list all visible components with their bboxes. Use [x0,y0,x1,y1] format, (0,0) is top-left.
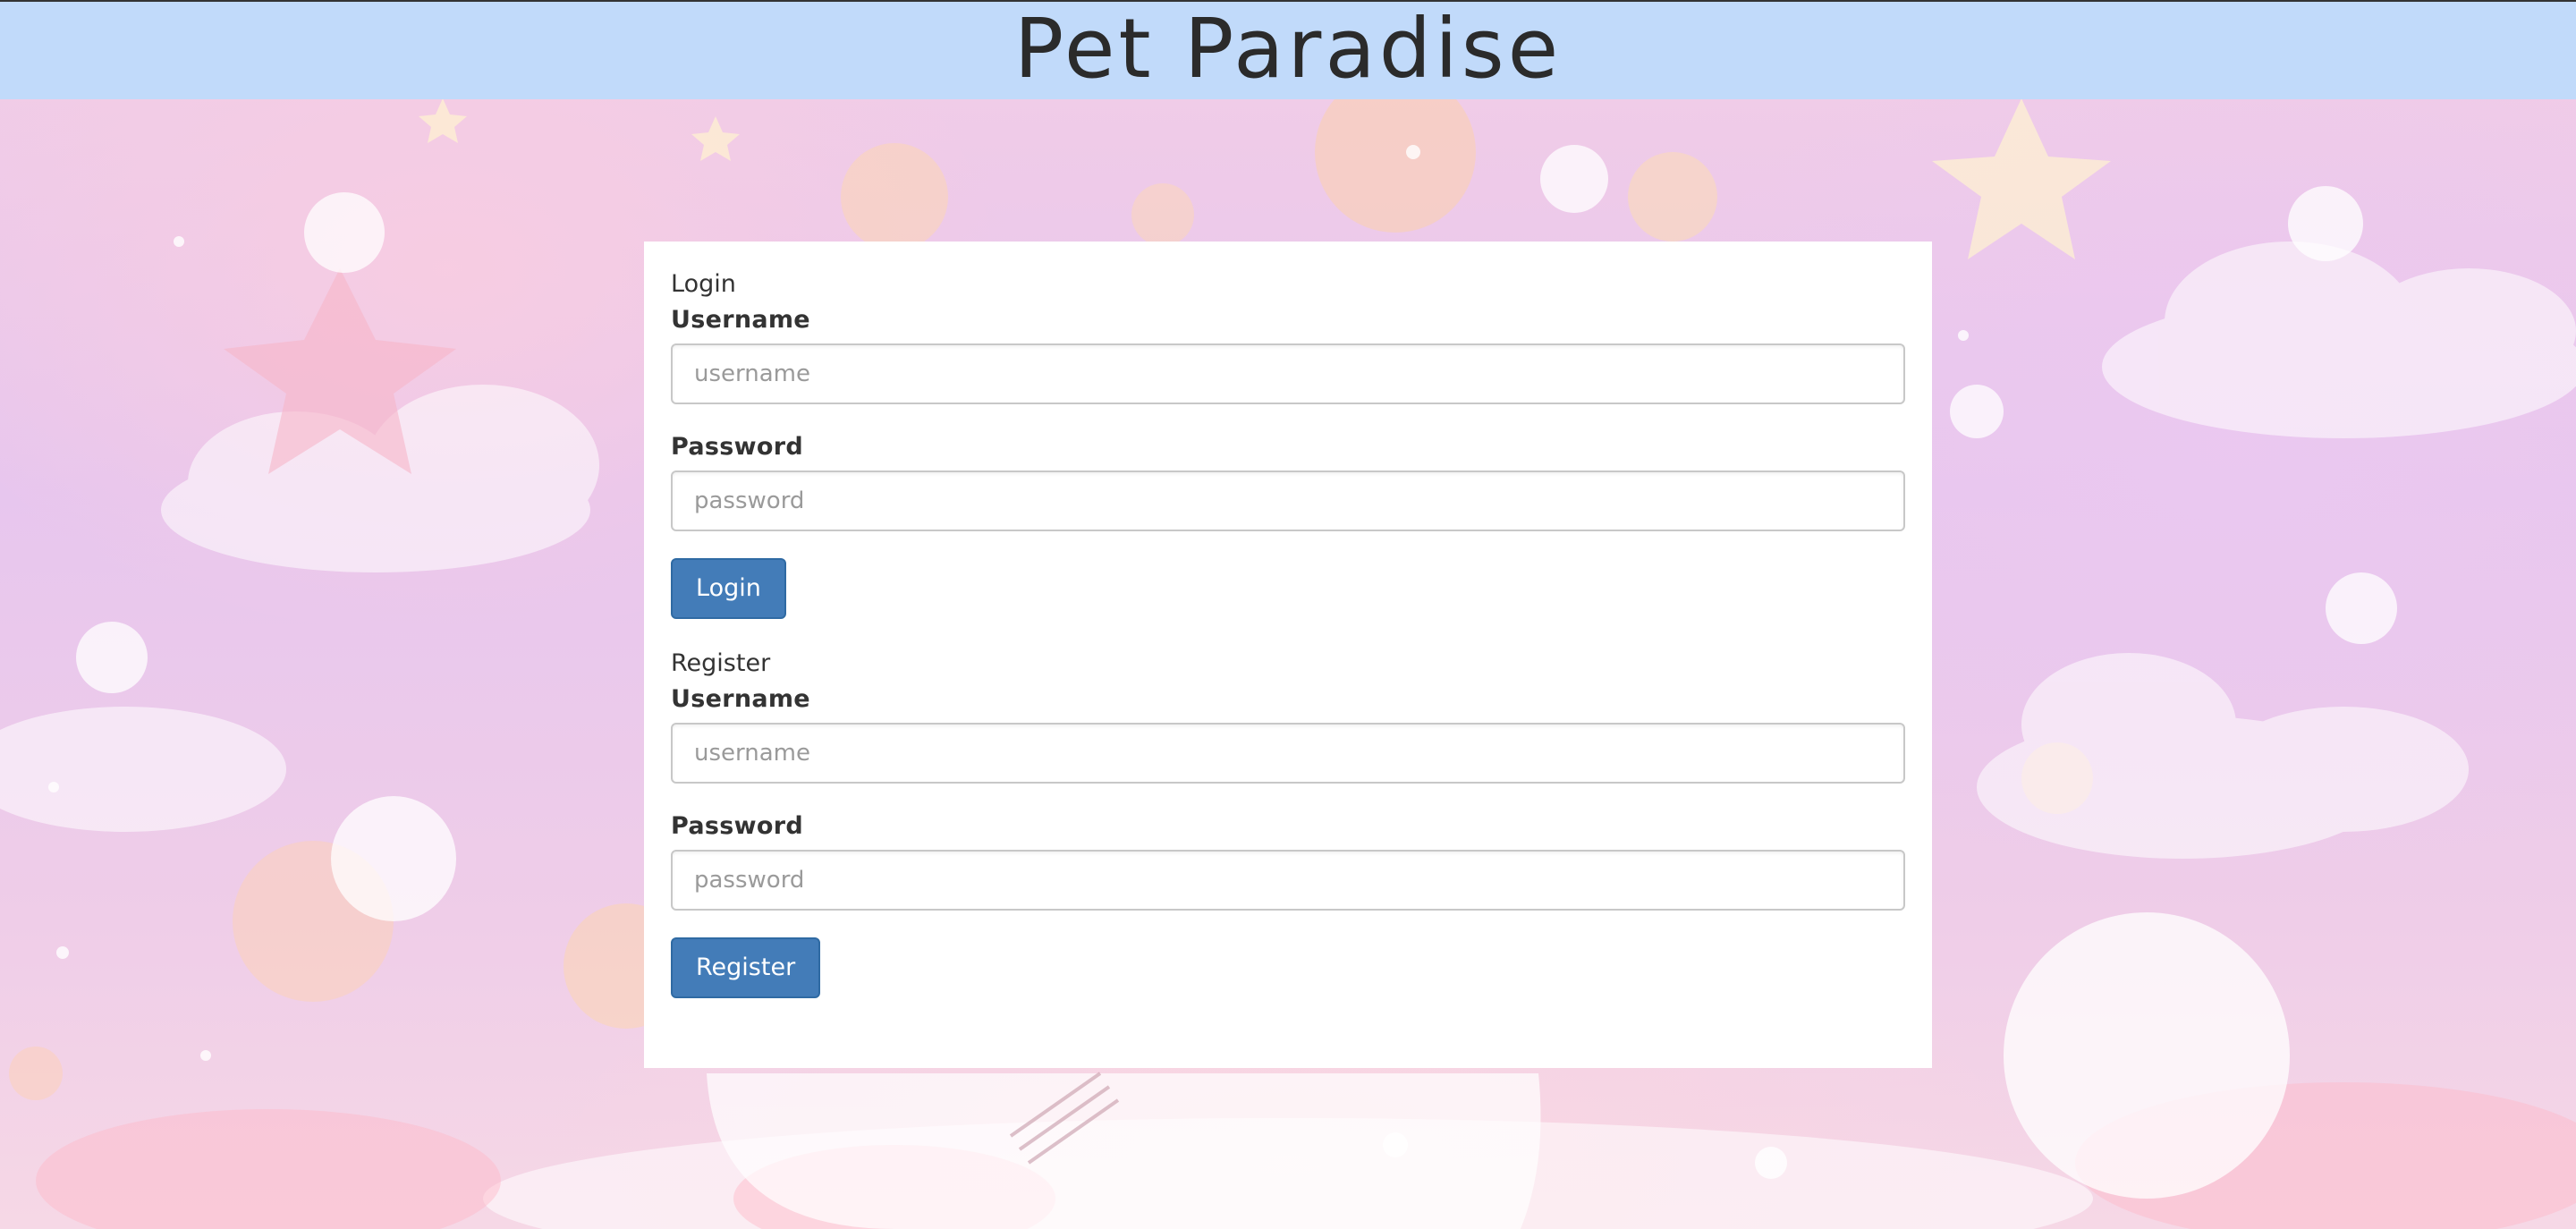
login-title: Login [671,270,736,298]
login-password-group: Password [671,431,1905,531]
auth-card: Login Username Password Login Register U… [644,242,1932,1068]
register-password-group: Password [671,810,1905,911]
site-header: Pet Paradise [0,0,2576,99]
register-password-input[interactable] [671,850,1905,911]
register-password-label: Password [671,812,803,840]
register-username-group: Username [671,683,1905,784]
login-username-group: Username [671,304,1905,404]
site-title: Pet Paradise [1013,0,1563,97]
login-username-input[interactable] [671,343,1905,404]
login-password-label: Password [671,433,803,461]
register-form: Register Username Password Register [671,648,1905,998]
register-button[interactable]: Register [671,937,821,998]
login-button[interactable]: Login [671,558,786,619]
login-form: Login Username Password Login [671,268,1905,619]
register-username-input[interactable] [671,723,1905,784]
register-username-label: Username [671,685,810,713]
register-title: Register [671,649,771,677]
login-password-input[interactable] [671,470,1905,531]
login-username-label: Username [671,306,810,334]
